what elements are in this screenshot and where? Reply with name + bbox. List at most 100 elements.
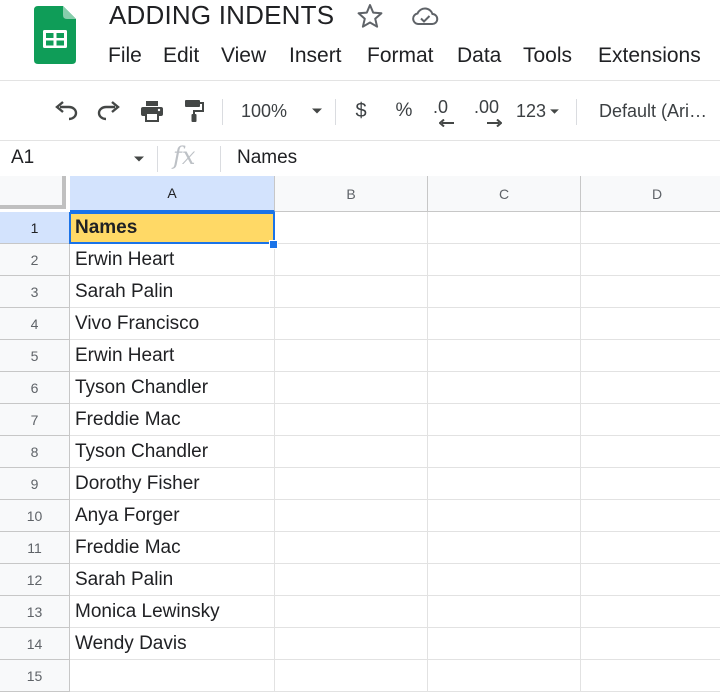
cell-d12[interactable] bbox=[581, 564, 720, 596]
menu-view[interactable]: View bbox=[221, 40, 266, 72]
decrease-decimal-button[interactable]: .0 bbox=[428, 81, 460, 141]
menu-extensions[interactable]: Extensions bbox=[598, 40, 701, 72]
cell-b14[interactable] bbox=[275, 628, 428, 660]
print-button[interactable] bbox=[136, 81, 168, 141]
document-title[interactable]: ADDING INDENTS bbox=[109, 0, 334, 30]
cell-d8[interactable] bbox=[581, 436, 720, 468]
cell-b15[interactable] bbox=[275, 660, 428, 692]
cell-b7[interactable] bbox=[275, 404, 428, 436]
cell-d15[interactable] bbox=[581, 660, 720, 692]
row-header[interactable]: 10 bbox=[0, 500, 70, 532]
cell-b4[interactable] bbox=[275, 308, 428, 340]
cell-c6[interactable] bbox=[428, 372, 581, 404]
row-header[interactable]: 4 bbox=[0, 308, 70, 340]
cell-b13[interactable] bbox=[275, 596, 428, 628]
cell-d1[interactable] bbox=[581, 212, 720, 244]
column-header-d[interactable]: D bbox=[581, 176, 720, 212]
cell-c7[interactable] bbox=[428, 404, 581, 436]
cell-b5[interactable] bbox=[275, 340, 428, 372]
row-header[interactable]: 15 bbox=[0, 660, 70, 692]
cell-c15[interactable] bbox=[428, 660, 581, 692]
cell-c5[interactable] bbox=[428, 340, 581, 372]
cell-b10[interactable] bbox=[275, 500, 428, 532]
cell-a7[interactable]: Freddie Mac bbox=[70, 404, 275, 436]
cell-b8[interactable] bbox=[275, 436, 428, 468]
formula-input[interactable]: Names bbox=[237, 147, 297, 169]
cell-b11[interactable] bbox=[275, 532, 428, 564]
row-header[interactable]: 13 bbox=[0, 596, 70, 628]
more-formats-button[interactable]: 123 bbox=[512, 81, 564, 141]
cell-a9[interactable]: Dorothy Fisher bbox=[70, 468, 275, 500]
menu-data[interactable]: Data bbox=[457, 40, 501, 72]
row-header[interactable]: 5 bbox=[0, 340, 70, 372]
cell-a13[interactable]: Monica Lewinsky bbox=[70, 596, 275, 628]
cell-c3[interactable] bbox=[428, 276, 581, 308]
cell-d7[interactable] bbox=[581, 404, 720, 436]
row-header[interactable]: 14 bbox=[0, 628, 70, 660]
cell-a10[interactable]: Anya Forger bbox=[70, 500, 275, 532]
menu-edit[interactable]: Edit bbox=[163, 40, 199, 72]
cell-c11[interactable] bbox=[428, 532, 581, 564]
cell-a4[interactable]: Vivo Francisco bbox=[70, 308, 275, 340]
cell-a8[interactable]: Tyson Chandler bbox=[70, 436, 275, 468]
cell-c14[interactable] bbox=[428, 628, 581, 660]
cell-d3[interactable] bbox=[581, 276, 720, 308]
redo-button[interactable] bbox=[93, 81, 125, 141]
row-header[interactable]: 9 bbox=[0, 468, 70, 500]
cell-c12[interactable] bbox=[428, 564, 581, 596]
cell-a3[interactable]: Sarah Palin bbox=[70, 276, 275, 308]
menu-tools[interactable]: Tools bbox=[523, 40, 572, 72]
column-header-c[interactable]: C bbox=[428, 176, 581, 212]
row-header[interactable]: 3 bbox=[0, 276, 70, 308]
cell-a2[interactable]: Erwin Heart bbox=[70, 244, 275, 276]
cell-b9[interactable] bbox=[275, 468, 428, 500]
row-header[interactable]: 2 bbox=[0, 244, 70, 276]
row-header[interactable]: 11 bbox=[0, 532, 70, 564]
percent-format-button[interactable]: % bbox=[390, 81, 418, 141]
cell-c4[interactable] bbox=[428, 308, 581, 340]
cell-a15[interactable] bbox=[70, 660, 275, 692]
cell-a14[interactable]: Wendy Davis bbox=[70, 628, 275, 660]
row-header[interactable]: 8 bbox=[0, 436, 70, 468]
cell-d4[interactable] bbox=[581, 308, 720, 340]
menu-insert[interactable]: Insert bbox=[289, 40, 342, 72]
cell-c2[interactable] bbox=[428, 244, 581, 276]
cell-b12[interactable] bbox=[275, 564, 428, 596]
cell-a12[interactable]: Sarah Palin bbox=[70, 564, 275, 596]
cell-c9[interactable] bbox=[428, 468, 581, 500]
star-icon[interactable] bbox=[357, 3, 383, 29]
cell-d13[interactable] bbox=[581, 596, 720, 628]
row-header[interactable]: 6 bbox=[0, 372, 70, 404]
cell-d2[interactable] bbox=[581, 244, 720, 276]
cell-b6[interactable] bbox=[275, 372, 428, 404]
cell-d6[interactable] bbox=[581, 372, 720, 404]
cell-c10[interactable] bbox=[428, 500, 581, 532]
cell-c13[interactable] bbox=[428, 596, 581, 628]
cloud-done-icon[interactable] bbox=[411, 5, 439, 29]
zoom-select[interactable]: 100% bbox=[236, 81, 328, 141]
cell-a11[interactable]: Freddie Mac bbox=[70, 532, 275, 564]
select-all-corner[interactable] bbox=[0, 176, 66, 209]
undo-button[interactable] bbox=[50, 81, 82, 141]
row-header[interactable]: 1 bbox=[0, 212, 70, 244]
name-box[interactable]: A1 bbox=[0, 141, 150, 177]
cell-b2[interactable] bbox=[275, 244, 428, 276]
cell-d10[interactable] bbox=[581, 500, 720, 532]
cell-d14[interactable] bbox=[581, 628, 720, 660]
paint-format-button[interactable] bbox=[178, 81, 210, 141]
cell-a5[interactable]: Erwin Heart bbox=[70, 340, 275, 372]
cell-b1[interactable] bbox=[275, 212, 428, 244]
font-family-select[interactable]: Default (Ari… bbox=[592, 81, 720, 141]
cell-c8[interactable] bbox=[428, 436, 581, 468]
cell-b3[interactable] bbox=[275, 276, 428, 308]
cell-d11[interactable] bbox=[581, 532, 720, 564]
row-header[interactable]: 7 bbox=[0, 404, 70, 436]
cell-d9[interactable] bbox=[581, 468, 720, 500]
cell-a1[interactable]: Names bbox=[70, 212, 275, 244]
column-header-a[interactable]: A bbox=[70, 176, 275, 212]
row-header[interactable]: 12 bbox=[0, 564, 70, 596]
cell-c1[interactable] bbox=[428, 212, 581, 244]
cell-d5[interactable] bbox=[581, 340, 720, 372]
menu-format[interactable]: Format bbox=[367, 40, 434, 72]
increase-decimal-button[interactable]: .00 bbox=[470, 81, 506, 141]
